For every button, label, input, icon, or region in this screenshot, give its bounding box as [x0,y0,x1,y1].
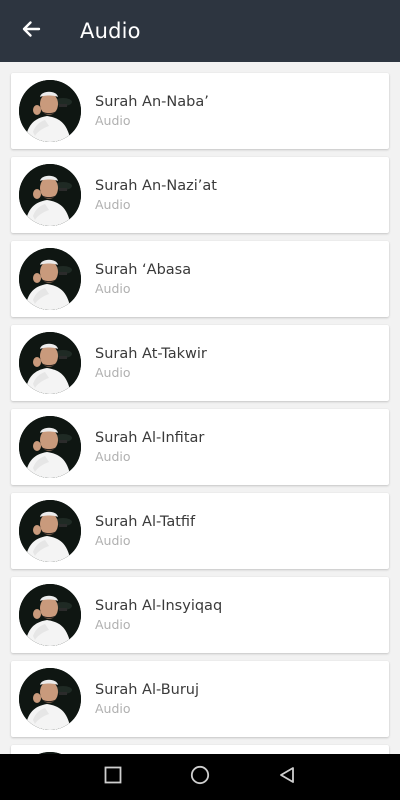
app-bar: Audio [0,0,400,62]
avatar [19,164,81,226]
list-item[interactable]: Surah At-Takwir Audio [11,325,389,401]
avatar [19,248,81,310]
avatar [19,416,81,478]
list-item[interactable]: Surah Al-Buruj Audio [11,661,389,737]
list-item[interactable]: Surah Al-Insyiqaq Audio [11,577,389,653]
avatar [19,500,81,562]
item-subtitle: Audio [95,281,131,296]
item-subtitle: Audio [95,617,131,632]
back-button[interactable] [0,0,62,62]
avatar [19,332,81,394]
item-title: Surah ‘Abasa [95,262,192,278]
audio-list[interactable]: Surah An-Naba’ Audio Surah An-Nazi’at Au… [0,62,400,754]
item-subtitle: Audio [95,197,131,212]
nav-back-button[interactable] [267,757,307,797]
circle-icon [190,765,210,789]
item-title: Surah An-Naba’ [95,94,209,110]
avatar [19,668,81,730]
item-subtitle: Audio [95,701,131,716]
square-icon [104,766,122,788]
item-title: Surah Al-Insyiqaq [95,598,223,614]
arrow-left-icon [21,19,41,43]
recents-button[interactable] [93,757,133,797]
item-subtitle: Audio [95,449,131,464]
item-title: Surah Al-Buruj [95,682,200,698]
home-button[interactable] [180,757,220,797]
avatar [19,584,81,646]
list-item[interactable]: Surah Al-Tatfif Audio [11,493,389,569]
item-subtitle: Audio [95,113,131,128]
item-title: Surah An-Nazi’at [95,178,217,194]
item-subtitle: Audio [95,533,131,548]
triangle-back-icon [278,766,296,788]
list-item[interactable] [11,745,389,754]
list-item[interactable]: Surah ‘Abasa Audio [11,241,389,317]
system-nav-bar [0,754,400,800]
item-title: Surah Al-Tatfif [95,514,196,530]
item-title: Surah At-Takwir [95,346,207,362]
item-title: Surah Al-Infitar [95,430,205,446]
list-item[interactable]: Surah An-Naba’ Audio [11,73,389,149]
item-subtitle: Audio [95,365,131,380]
list-item[interactable]: Surah Al-Infitar Audio [11,409,389,485]
avatar [19,80,81,142]
page-title: Audio [80,19,141,43]
list-item[interactable]: Surah An-Nazi’at Audio [11,157,389,233]
